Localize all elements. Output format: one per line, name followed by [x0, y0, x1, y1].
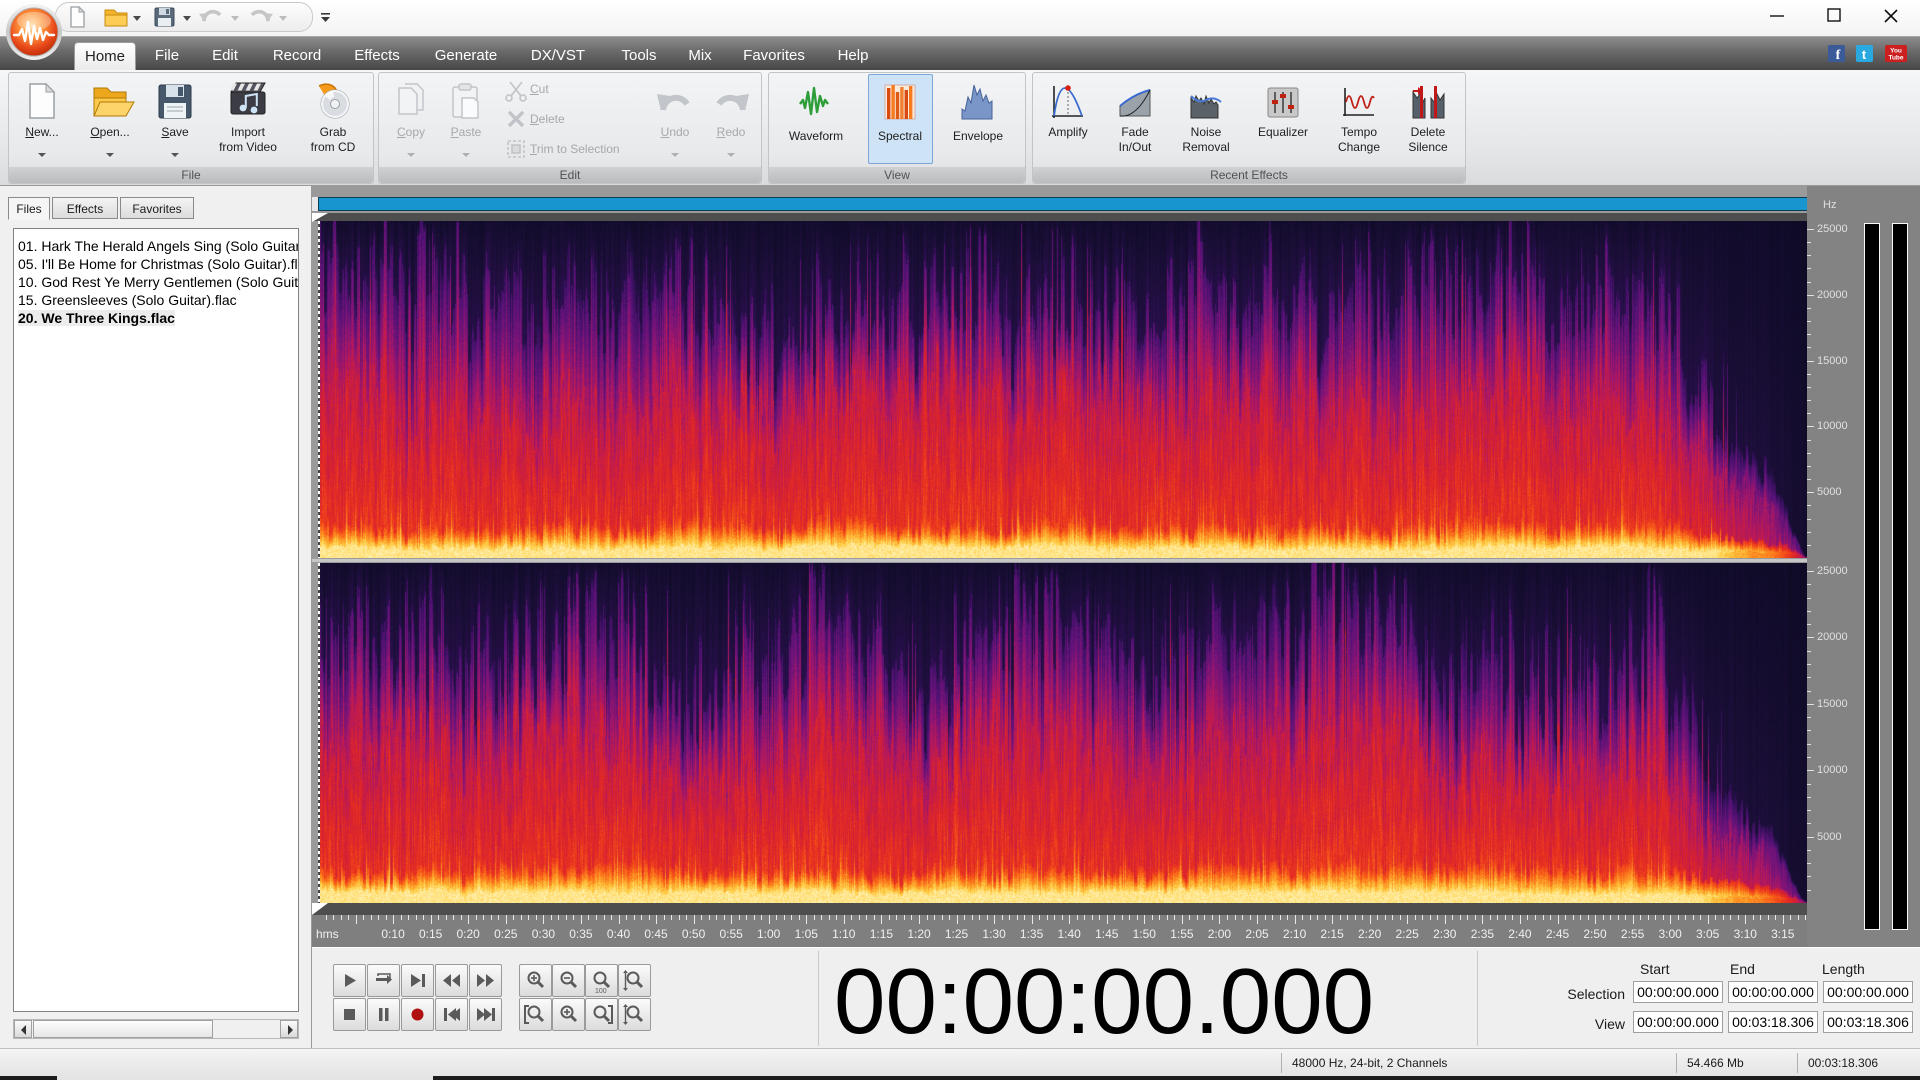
- svg-text:100: 100: [595, 988, 607, 995]
- svg-text:Tube: Tube: [1888, 55, 1903, 62]
- svg-text:f: f: [1836, 48, 1841, 63]
- svg-text:You: You: [1890, 48, 1902, 55]
- svg-text:t: t: [1862, 47, 1867, 62]
